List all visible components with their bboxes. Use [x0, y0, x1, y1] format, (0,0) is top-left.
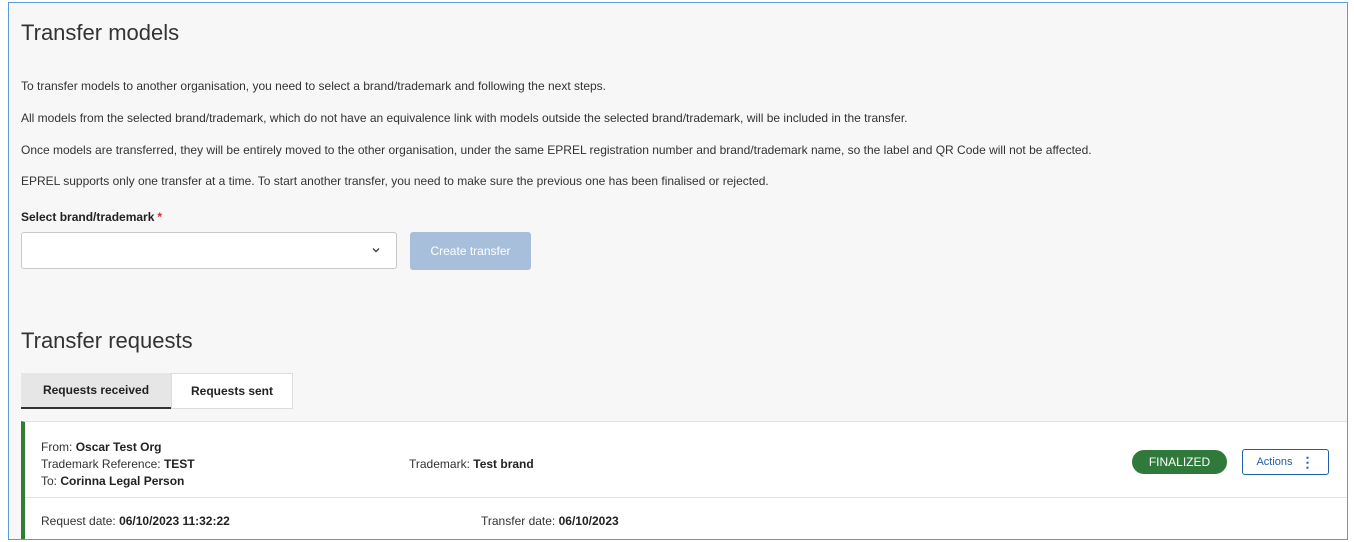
transfer-date-label: Transfer date:: [481, 514, 556, 528]
transfer-request-card: From: Oscar Test Org Trademark Reference…: [21, 421, 1347, 539]
trademark-reference-line: Trademark Reference: TEST: [41, 457, 195, 471]
request-date-value: 06/10/2023 11:32:22: [119, 514, 230, 528]
to-value: Corinna Legal Person: [60, 474, 185, 488]
intro-paragraph-3: Once models are transferred, they will b…: [21, 143, 1092, 157]
vertical-dots-icon: ⋮: [1300, 454, 1315, 470]
intro-paragraph-4: EPREL supports only one transfer at a ti…: [21, 174, 769, 188]
from-value: Oscar Test Org: [75, 440, 162, 454]
request-date-label: Request date:: [41, 514, 116, 528]
status-badge: FINALIZED: [1132, 450, 1227, 474]
from-line: From: Oscar Test Org: [41, 440, 162, 454]
brand-select-label-text: Select brand/trademark: [21, 210, 155, 224]
to-label: To:: [41, 474, 58, 488]
request-tabs: Requests received Requests sent: [21, 373, 293, 409]
trademark-reference-label: Trademark Reference:: [41, 457, 161, 471]
page-title: Transfer models: [21, 20, 180, 45]
trademark-label: Trademark:: [409, 457, 470, 471]
tab-requests-sent[interactable]: Requests sent: [171, 373, 293, 409]
to-line: To: Corinna Legal Person: [41, 474, 184, 488]
intro-paragraph-2: All models from the selected brand/trade…: [21, 111, 908, 125]
trademark-line: Trademark: Test brand: [409, 457, 534, 471]
actions-label: Actions: [1256, 456, 1293, 468]
request-date-line: Request date: 06/10/2023 11:32:22: [41, 514, 230, 528]
transfer-requests-title: Transfer requests: [21, 328, 193, 353]
transfer-date-value: 06/10/2023: [558, 514, 619, 528]
request-summary-row: From: Oscar Test Org Trademark Reference…: [25, 422, 1347, 498]
brand-select-label: Select brand/trademark *: [21, 210, 162, 224]
chevron-down-icon: [372, 248, 380, 253]
create-transfer-button[interactable]: Create transfer: [410, 232, 531, 270]
required-asterisk: *: [157, 210, 163, 224]
tab-requests-received[interactable]: Requests received: [21, 373, 171, 409]
transfer-page: Transfer models To transfer models to an…: [8, 2, 1348, 540]
transfer-date-line: Transfer date: 06/10/2023: [481, 514, 619, 528]
brand-trademark-select[interactable]: [21, 232, 397, 269]
from-label: From:: [41, 440, 73, 454]
trademark-reference-value: TEST: [163, 457, 195, 471]
trademark-value: Test brand: [473, 457, 534, 471]
actions-button[interactable]: Actions ⋮: [1242, 449, 1329, 475]
intro-paragraph-1: To transfer models to another organisati…: [21, 79, 607, 93]
